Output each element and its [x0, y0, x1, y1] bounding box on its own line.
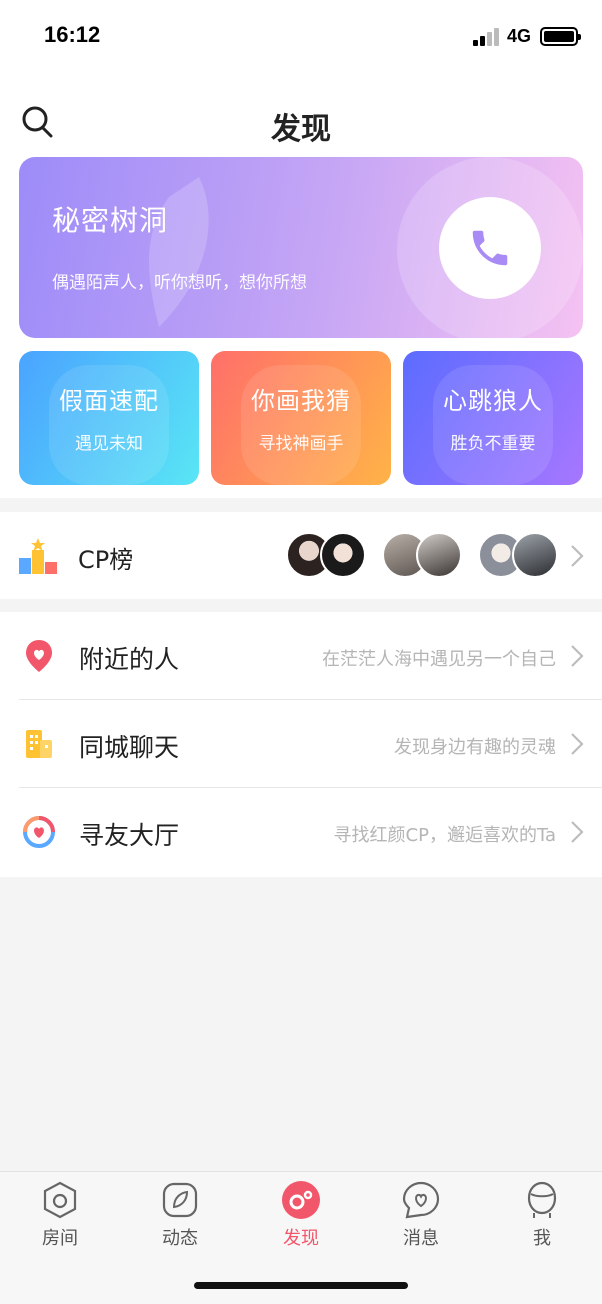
- list-item-nearby[interactable]: 附近的人 在茫茫人海中遇见另一个自己: [0, 612, 602, 700]
- avatar: [512, 532, 558, 578]
- hall-icon: [23, 816, 55, 848]
- message-heart-icon: [402, 1181, 440, 1219]
- tab-label: 我: [533, 1228, 551, 1249]
- call-button[interactable]: [439, 197, 541, 299]
- list-item-friend-hall[interactable]: 寻友大厅 寻找红颜CP，邂逅喜欢的Ta: [0, 788, 602, 876]
- signal-icon: [473, 28, 501, 46]
- tab-label: 消息: [403, 1228, 439, 1249]
- cp-pair[interactable]: [382, 532, 462, 578]
- card-subtitle: 胜负不重要: [450, 434, 536, 454]
- list-item-label: 寻友大厅: [79, 821, 180, 850]
- tab-label: 发现: [283, 1228, 319, 1249]
- list-item-desc: 发现身边有趣的灵魂: [394, 737, 556, 758]
- discover-top-section: 发现 秘密树洞 偶遇陌声人，听你想听，想你所想 假面速配 遇见未知 你画我猜 寻…: [0, 76, 602, 498]
- tab-messages[interactable]: 消息: [381, 1180, 461, 1250]
- list-item-desc: 在茫茫人海中遇见另一个自己: [322, 649, 556, 670]
- card-subtitle: 寻找神画手: [258, 434, 344, 454]
- status-bar: 16:12 4G: [0, 0, 602, 76]
- secret-treehole-banner[interactable]: 秘密树洞 偶遇陌声人，听你想听，想你所想: [19, 157, 583, 338]
- building-icon: [26, 730, 52, 758]
- card-title: 你画我猜: [251, 387, 351, 415]
- card-title: 心跳狼人: [443, 387, 543, 415]
- list-item-city-chat[interactable]: 同城聊天 发现身边有趣的灵魂: [0, 700, 602, 788]
- location-pin-icon: [26, 640, 52, 672]
- leaf-icon: [162, 1182, 198, 1218]
- card-mask-match[interactable]: 假面速配 遇见未知: [19, 351, 199, 485]
- room-icon: [43, 1181, 77, 1219]
- list-item-desc: 寻找红颜CP，邂逅喜欢的Ta: [333, 825, 556, 846]
- cp-pair[interactable]: [286, 532, 366, 578]
- card-subtitle: 遇见未知: [75, 434, 143, 454]
- cp-pair[interactable]: [478, 532, 558, 578]
- discover-icon: [282, 1181, 320, 1219]
- tab-discover[interactable]: 发现: [261, 1180, 341, 1250]
- tab-label: 动态: [162, 1228, 198, 1249]
- tab-moments[interactable]: 动态: [140, 1180, 220, 1250]
- avatar: [416, 532, 462, 578]
- page-title: 发现: [271, 112, 331, 147]
- chevron-right-icon: [571, 821, 584, 843]
- chevron-right-icon: [571, 733, 584, 755]
- feature-list: 附近的人 在茫茫人海中遇见另一个自己 同城聊天 发现身边有趣的灵魂 寻友大厅 寻…: [0, 612, 602, 877]
- hero-subtitle: 偶遇陌声人，听你想听，想你所想: [52, 273, 307, 293]
- tab-room[interactable]: 房间: [20, 1180, 100, 1250]
- battery-icon: [540, 27, 581, 46]
- list-item-label: 附近的人: [79, 645, 180, 674]
- status-time: 16:12: [44, 22, 101, 47]
- card-werewolf[interactable]: 心跳狼人 胜负不重要: [403, 351, 583, 485]
- tab-me[interactable]: 我: [502, 1180, 582, 1250]
- home-indicator[interactable]: [194, 1282, 408, 1289]
- card-title: 假面速配: [59, 387, 159, 415]
- profile-icon: [527, 1181, 557, 1218]
- avatar: [320, 532, 366, 578]
- phone-icon: [472, 230, 508, 266]
- chevron-right-icon: [571, 645, 584, 667]
- podium-icon: [19, 538, 57, 574]
- cp-rank-row[interactable]: CP榜: [0, 512, 602, 599]
- tab-label: 房间: [42, 1228, 78, 1249]
- list-item-label: 同城聊天: [79, 733, 180, 762]
- chevron-right-icon: [571, 545, 584, 567]
- card-draw-guess[interactable]: 你画我猜 寻找神画手: [211, 351, 391, 485]
- network-type: 4G: [507, 26, 532, 46]
- cp-rank-label: CP榜: [78, 546, 134, 574]
- hero-title: 秘密树洞: [52, 204, 169, 237]
